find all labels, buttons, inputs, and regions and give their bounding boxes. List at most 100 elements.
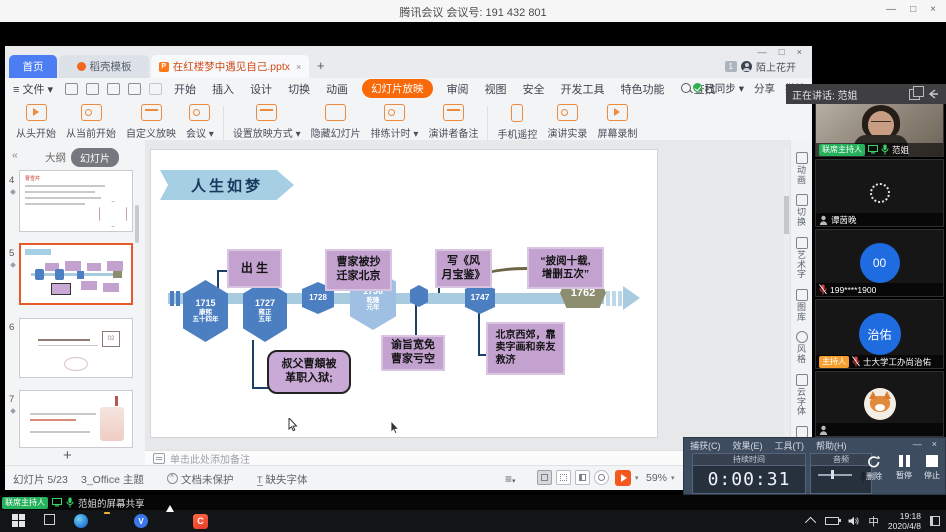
panel-collapse-button[interactable]: « xyxy=(12,149,18,161)
taskbar-clock[interactable]: 19:18 2020/4/8 xyxy=(888,511,921,531)
wps-minimize-button[interactable]: — xyxy=(757,47,767,58)
play-options-caret[interactable]: ▾ xyxy=(635,474,639,482)
side-animation[interactable]: 动画 xyxy=(795,152,809,185)
menu-view[interactable]: 视图 xyxy=(485,81,507,97)
recorder-menu-tools[interactable]: 工具(T) xyxy=(775,439,805,452)
recorder-close-button[interactable]: × xyxy=(932,439,937,449)
slide-scrollbar[interactable] xyxy=(784,148,789,436)
ribbon-hide-slide[interactable]: 隐藏幻灯片 xyxy=(311,102,361,140)
ribbon-custom-show[interactable]: 自定义放映 xyxy=(126,102,176,140)
recorder-menu-help[interactable]: 帮助(H) xyxy=(816,439,847,452)
missing-font-status[interactable]: T缺失字体 xyxy=(257,472,308,487)
side-cloud-font[interactable]: 云字体 xyxy=(795,374,809,417)
sorter-view-button[interactable] xyxy=(556,470,571,485)
app-c-icon[interactable]: C xyxy=(193,514,208,529)
meeting-minimize-button[interactable]: — xyxy=(886,4,896,15)
reading-view-button[interactable] xyxy=(575,470,590,485)
side-style[interactable]: 风格 xyxy=(795,331,809,364)
start-button[interactable] xyxy=(12,514,25,527)
share-button[interactable]: 分享 xyxy=(754,81,775,96)
side-gallery[interactable]: 图库 xyxy=(795,289,809,322)
zoom-level[interactable]: 59% xyxy=(646,472,667,484)
participant-video-3[interactable]: 00 199****1900 xyxy=(815,229,944,297)
slide-thumbnail-5-selected[interactable] xyxy=(19,243,133,305)
meeting-restore-button[interactable]: □ xyxy=(910,4,916,15)
menu-review[interactable]: 审阅 xyxy=(447,81,469,97)
slide-thumbnail-4[interactable]: 曹雪芹 xyxy=(19,170,133,232)
notes-toggle-icon[interactable]: ≡▾ xyxy=(505,472,516,486)
menu-insert[interactable]: 插入 xyxy=(212,81,234,97)
layout-switch-icon[interactable] xyxy=(909,89,920,100)
tab-slides[interactable]: 幻灯片 xyxy=(71,148,119,167)
tab-docer[interactable]: 稻壳模板 xyxy=(59,55,149,78)
ime-indicator[interactable]: 中 xyxy=(868,514,879,529)
recorder-delete-button[interactable]: 删除 xyxy=(862,455,886,482)
save-icon[interactable] xyxy=(65,83,78,95)
ribbon-rehearse[interactable]: 排练计时 ▾ xyxy=(371,102,419,140)
audio-slider-knob[interactable] xyxy=(831,470,834,479)
audio-slider[interactable] xyxy=(818,474,852,476)
menu-security[interactable]: 安全 xyxy=(523,81,545,97)
menu-slideshow-active[interactable]: 幻灯片放映 xyxy=(362,79,433,98)
volume-icon[interactable] xyxy=(848,516,859,526)
menu-animation[interactable]: 动画 xyxy=(326,81,348,97)
tab-close-icon[interactable]: × xyxy=(296,62,301,72)
recorder-menu-effects[interactable]: 效果(E) xyxy=(733,439,763,452)
add-slide-button[interactable]: + xyxy=(63,447,72,464)
back-arrow-icon[interactable] xyxy=(928,89,940,100)
menu-start[interactable]: 开始 xyxy=(174,81,196,97)
menu-devtools[interactable]: 开发工具 xyxy=(561,81,605,97)
recorder-pause-button[interactable]: 暂停 xyxy=(892,455,916,481)
ribbon-from-current[interactable]: 从当前开始 xyxy=(66,102,116,140)
ribbon-speaker-notes[interactable]: 演讲者备注 xyxy=(428,102,478,140)
handout-view-button[interactable] xyxy=(594,470,609,485)
menu-file[interactable]: ≡ 文件 ▾ xyxy=(13,81,53,97)
menu-features[interactable]: 特色功能 xyxy=(621,81,665,97)
wps-close-button[interactable]: × xyxy=(796,47,802,58)
slide-thumbnail-6[interactable]: 02 xyxy=(19,318,133,378)
participant-video-2[interactable]: 谭茵晚 xyxy=(815,159,944,227)
new-tab-button[interactable]: + xyxy=(317,58,325,73)
slide-thumbnail-7[interactable] xyxy=(19,390,133,448)
app-v-icon[interactable]: V xyxy=(134,514,148,528)
side-transition[interactable]: 切换 xyxy=(795,194,809,227)
print-preview-icon[interactable] xyxy=(128,83,141,95)
participant-video-1[interactable]: 联席主持人 范姐 xyxy=(815,100,944,157)
ribbon-phone-remote[interactable]: 手机遥控 xyxy=(497,102,537,141)
menu-design[interactable]: 设计 xyxy=(250,81,272,97)
meeting-close-button[interactable]: × xyxy=(930,4,936,15)
tab-home[interactable]: 首页 xyxy=(9,55,57,78)
participant-video-5[interactable] xyxy=(815,371,944,437)
side-wordart[interactable]: 艺术字 xyxy=(795,237,809,280)
account-area[interactable]: 1 陌上花开 xyxy=(725,59,796,74)
tab-outline[interactable]: 大纲 xyxy=(45,150,66,165)
menu-transition[interactable]: 切换 xyxy=(288,81,310,97)
task-view-icon[interactable] xyxy=(44,514,55,525)
sync-status[interactable]: 已同步 ▾ xyxy=(693,81,744,96)
slide-5-canvas[interactable]: 人生如梦 1715康熙 五十四年 1727雍正 xyxy=(151,150,657,437)
theme-name[interactable]: 3_Office 主题 xyxy=(81,472,144,487)
tab-document[interactable]: P在红楼梦中遇见自己.pptx× xyxy=(151,55,309,78)
participant-video-4[interactable]: 治佑 主持人 士大学工办尚治佑 xyxy=(815,299,944,369)
normal-view-button[interactable] xyxy=(537,470,552,485)
ribbon-speech-record[interactable]: 演讲实录 xyxy=(547,102,587,140)
print-icon[interactable] xyxy=(107,83,120,95)
battery-icon[interactable] xyxy=(825,517,839,525)
slideshow-play-button[interactable] xyxy=(615,470,631,486)
recorder-menu-capture[interactable]: 捕获(C) xyxy=(690,439,721,452)
wps-restore-button[interactable]: □ xyxy=(779,47,785,58)
output-icon[interactable] xyxy=(86,83,99,95)
recorder-stop-button[interactable]: 停止 xyxy=(920,455,944,481)
protect-status[interactable]: 文档未保护 xyxy=(167,472,234,487)
tray-expand-icon[interactable] xyxy=(805,517,816,528)
notification-center-icon[interactable] xyxy=(930,516,940,526)
edge-browser-icon[interactable] xyxy=(74,514,88,528)
ribbon-screen-record[interactable]: 屏幕录制 xyxy=(597,102,637,140)
ribbon-from-beginning[interactable]: 从头开始 xyxy=(16,102,56,140)
recorder-minimize-button[interactable]: — xyxy=(913,439,922,449)
undo-icon[interactable] xyxy=(149,83,162,95)
ribbon-setup-show[interactable]: 设置放映方式 ▾ xyxy=(233,102,301,140)
ribbon-meeting[interactable]: 会议 ▾ xyxy=(186,102,214,140)
zoom-caret[interactable]: ▾ xyxy=(671,474,675,482)
thumbnail-scrollbar[interactable] xyxy=(135,205,139,243)
